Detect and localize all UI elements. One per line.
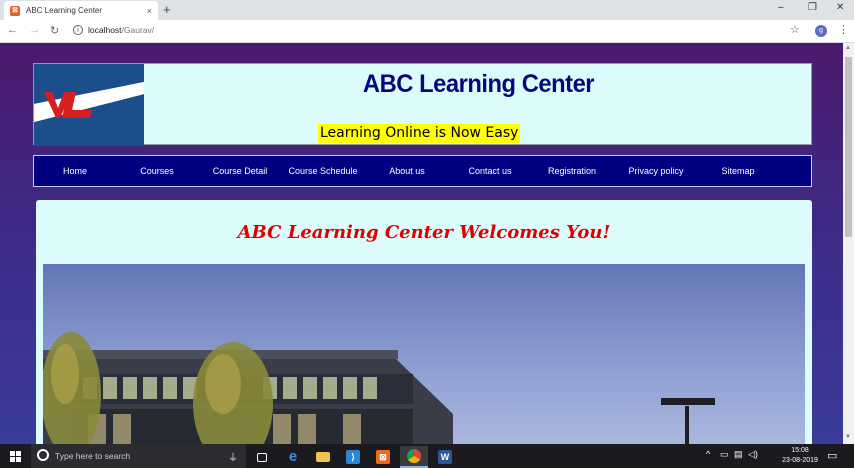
tagline: Learning Online is Now Easy — [318, 124, 521, 143]
site-title: ABC Learning Center — [362, 70, 595, 98]
star-icon[interactable]: ☆ — [790, 23, 800, 36]
taskbar-search[interactable]: Type here to search ⏚ — [31, 444, 246, 468]
welcome-heading: ABC Learning Center Welcomes You! — [237, 222, 611, 243]
file-explorer-button[interactable] — [309, 446, 337, 468]
hero-image — [43, 264, 805, 444]
forward-arrow-icon[interactable]: → — [29, 24, 40, 36]
edge-button[interactable]: e — [279, 446, 307, 468]
clock-time: 15:08 — [791, 447, 809, 454]
file-explorer-icon — [316, 452, 330, 462]
tab-strip: ⊠ ABC Learning Center × + – ❐ ✕ — [0, 0, 854, 20]
search-placeholder: Type here to search — [55, 451, 131, 461]
word-button[interactable]: W — [431, 446, 459, 468]
nav-courses[interactable]: Courses — [130, 156, 184, 186]
xampp-icon: ⊠ — [376, 450, 390, 464]
new-tab-button[interactable]: + — [163, 1, 171, 19]
close-window-button[interactable]: ✕ — [836, 2, 844, 13]
building-photo — [43, 264, 805, 444]
xampp-favicon-icon: ⊠ — [10, 5, 20, 16]
vscode-button[interactable]: ⟩ — [339, 446, 367, 468]
microphone-icon[interactable]: ⏚ — [228, 449, 238, 464]
start-button[interactable] — [10, 451, 21, 462]
info-icon[interactable]: i — [73, 25, 83, 35]
vscode-icon: ⟩ — [346, 450, 360, 464]
scroll-up-icon[interactable]: ▲ — [845, 45, 851, 51]
cortana-icon — [37, 449, 49, 461]
nav-about-us[interactable]: About us — [374, 156, 440, 186]
battery-icon[interactable]: ▭ — [720, 449, 729, 460]
browser-tab[interactable]: ⊠ ABC Learning Center × — [4, 1, 158, 20]
nav-home[interactable]: Home — [48, 156, 102, 186]
system-clock[interactable]: 15:08 23-08-2019 — [780, 446, 820, 466]
site-header: ABC Learning Center Learning Online is N… — [33, 63, 812, 146]
tray-chevron-icon[interactable]: ^ — [706, 449, 710, 459]
chrome-button[interactable] — [400, 446, 428, 468]
scroll-thumb[interactable] — [845, 57, 852, 237]
word-icon: W — [438, 450, 452, 464]
nav-registration[interactable]: Registration — [536, 156, 608, 186]
reload-icon[interactable]: ↻ — [50, 24, 59, 37]
abc-logo — [34, 64, 144, 146]
back-arrow-icon[interactable]: ← — [7, 24, 18, 36]
task-view-icon — [257, 452, 267, 462]
chrome-icon — [407, 449, 421, 463]
xampp-button[interactable]: ⊠ — [369, 446, 397, 468]
nav-course-schedule[interactable]: Course Schedule — [282, 156, 364, 186]
nav-sitemap[interactable]: Sitemap — [708, 156, 768, 186]
kebab-menu-icon[interactable]: ⋮ — [838, 23, 849, 36]
nav-course-detail[interactable]: Course Detail — [204, 156, 276, 186]
tab-title: ABC Learning Center — [26, 6, 103, 15]
content-panel: ABC Learning Center Welcomes You! — [36, 200, 812, 444]
nav-contact-us[interactable]: Contact us — [456, 156, 524, 186]
edge-icon: e — [288, 448, 298, 465]
network-icon[interactable]: ▤ — [734, 449, 743, 460]
minimize-button[interactable]: – — [778, 2, 784, 13]
volume-icon[interactable]: ◁) — [748, 449, 758, 460]
windows-taskbar: Type here to search ⏚ e ⟩ ⊠ W ^ ▭ ▤ ◁) 1… — [0, 444, 854, 468]
nav-privacy-policy[interactable]: Privacy policy — [616, 156, 696, 186]
scroll-down-icon[interactable]: ▼ — [845, 434, 851, 440]
url-field[interactable]: localhost/Gaurav/ — [88, 25, 154, 35]
clock-date: 23-08-2019 — [782, 457, 818, 464]
address-bar: ← → ↻ i localhost/Gaurav/ ☆ g ⋮ — [0, 20, 854, 43]
page-viewport: ABC Learning Center Learning Online is N… — [0, 43, 843, 444]
page-scrollbar[interactable]: ▲ ▼ — [843, 43, 854, 444]
main-nav: Home Courses Course Detail Course Schedu… — [33, 155, 812, 187]
notifications-icon[interactable]: ▭ — [827, 449, 837, 462]
tab-close-icon[interactable]: × — [147, 6, 152, 16]
maximize-button[interactable]: ❐ — [808, 2, 817, 13]
url-path: /Gaurav/ — [121, 25, 155, 35]
url-host: localhost — [88, 25, 122, 35]
task-view-button[interactable] — [248, 446, 276, 468]
profile-avatar[interactable]: g — [815, 25, 827, 37]
